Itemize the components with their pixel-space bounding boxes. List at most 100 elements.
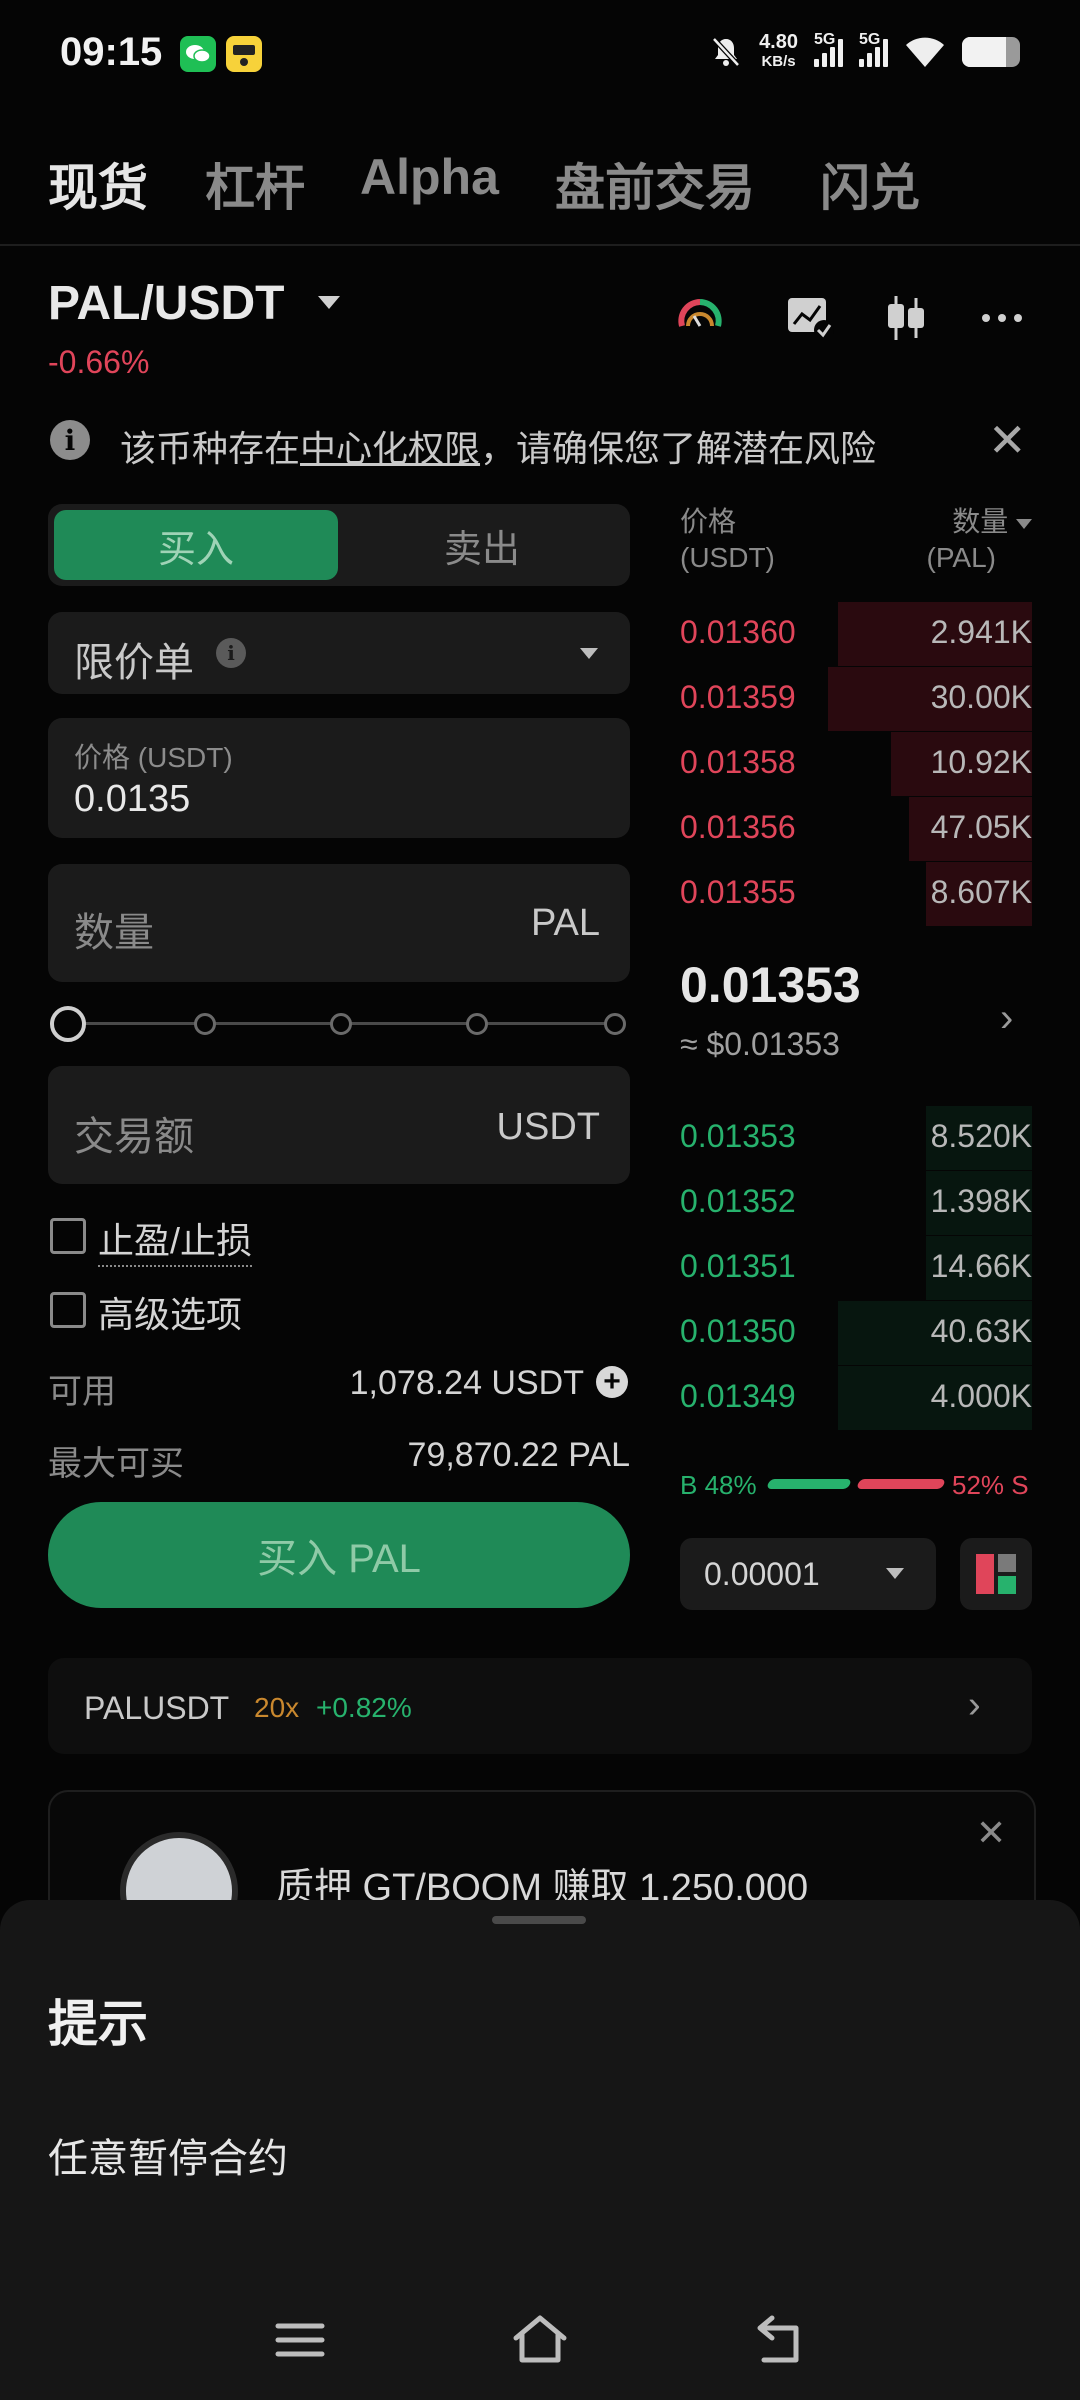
close-icon[interactable]: ✕ [988,417,1027,463]
net-speed-value: 4.80 [759,31,798,53]
available-value: 1,078.24 USDT [349,1364,584,1402]
sheet-body: 任意暂停合约 [48,2137,288,2181]
buy-pal-button[interactable]: 买入 PAL [48,1502,630,1608]
slider-node-50[interactable] [330,1013,352,1035]
price-value[interactable]: 0.0135 [74,778,190,821]
info-icon[interactable]: i [216,638,246,668]
slider-node-100[interactable] [604,1013,626,1035]
bid-qty: 14.66K [930,1248,1032,1284]
quantity-unit: PAL [530,902,600,944]
bid-row[interactable]: 0.01352 1.398K [680,1171,1032,1235]
bid-price: 0.01349 [680,1378,796,1414]
chevron-right-icon[interactable]: › [968,1684,981,1727]
signal-2: 5G [859,31,888,67]
ob-price-header: 价格 (USDT) [680,504,775,576]
order-type-label: 限价单 [74,641,194,685]
max-buy-label: 最大可买 [48,1445,184,1483]
available-label: 可用 [48,1373,116,1411]
app-icon [226,36,262,72]
home-icon[interactable] [510,2310,570,2370]
notice-link[interactable]: 中心化权限 [300,428,480,469]
chevron-down-icon [1016,518,1032,529]
tabs-divider [0,244,1080,246]
futures-name: PALUSDT [84,1690,230,1726]
ask-qty: 2.941K [930,614,1032,650]
battery-level [962,37,1006,67]
ask-row[interactable]: 0.01359 30.00K [680,667,1032,731]
bid-price: 0.01352 [680,1183,796,1219]
bid-row[interactable]: 0.01353 8.520K [680,1106,1032,1170]
bid-row[interactable]: 0.01350 40.63K [680,1301,1032,1365]
ask-price: 0.01355 [680,874,796,910]
tp-sl-checkbox[interactable] [50,1218,86,1254]
ob-price-header-unit: (USDT) [680,542,775,573]
sell-ratio-bar [856,1479,946,1489]
tab-alpha[interactable]: Alpha [360,148,499,206]
status-time: 09:15 [60,30,163,74]
mute-icon [712,37,740,67]
signal-2-label: 5G [859,31,881,48]
ob-qty-header[interactable]: 数量 (PAL) [926,504,1032,576]
tab-swap[interactable]: 闪兑 [820,148,920,220]
pair-change: -0.66% [48,344,150,380]
tp-sl-text: 止盈/止损 [98,1220,253,1267]
bid-price: 0.01350 [680,1313,796,1349]
tp-sl-label[interactable]: 止盈/止损 [98,1212,253,1267]
ob-qty-header-unit: (PAL) [926,542,997,573]
last-price-usd: ≈ $0.01353 [680,1026,840,1062]
buy-tab[interactable]: 买入 [54,510,338,580]
bid-price: 0.01351 [680,1248,796,1284]
bid-qty: 1.398K [930,1183,1032,1219]
slider-thumb[interactable] [50,1006,86,1042]
ob-qty-header-label: 数量 [952,506,1009,537]
ask-row[interactable]: 0.01360 2.941K [680,602,1032,666]
chevron-right-icon[interactable]: › [1000,996,1013,1041]
sell-tab[interactable]: 卖出 [340,510,624,580]
risk-notice: 该币种存在中心化权限，请确保您了解潜在风险 [120,420,876,472]
gauge-icon[interactable] [670,288,730,348]
advanced-label[interactable]: 高级选项 [98,1286,242,1338]
futures-leverage: 20x [254,1692,300,1723]
pair-dropdown-icon[interactable] [318,296,340,309]
amount-unit: USDT [496,1106,600,1148]
quantity-placeholder: 数量 [74,911,154,955]
sheet-title: 提示 [48,1996,148,2052]
ask-row[interactable]: 0.01355 8.607K [680,862,1032,926]
ob-price-header-label: 价格 [680,506,737,537]
add-funds-icon[interactable]: + [596,1366,628,1398]
bid-row[interactable]: 0.01349 4.000K [680,1366,1032,1430]
book-layout-button[interactable] [960,1538,1032,1610]
bid-row[interactable]: 0.01351 14.66K [680,1236,1032,1300]
ask-price: 0.01358 [680,744,796,780]
info-icon: i [50,420,90,460]
battery-icon [962,37,1020,67]
bid-qty: 40.63K [930,1313,1032,1349]
close-icon[interactable]: ✕ [976,1812,1006,1854]
notice-prefix: 该币种存在 [120,428,301,469]
tab-margin[interactable]: 杠杆 [205,148,305,220]
ask-row[interactable]: 0.01356 47.05K [680,797,1032,861]
ask-qty: 30.00K [930,679,1032,715]
tab-premarket[interactable]: 盘前交易 [555,148,755,220]
pair-symbol[interactable]: PAL/USDT [48,276,284,331]
candlestick-icon[interactable] [876,288,936,348]
max-buy-value: 79,870.22 PAL [407,1436,630,1474]
amount-placeholder: 交易额 [74,1115,194,1159]
sheet-handle[interactable] [492,1916,586,1924]
status-indicators: 4.80 KB/s 5G 5G [709,31,1020,72]
menu-icon[interactable] [270,2310,330,2370]
tab-spot[interactable]: 现货 [48,148,148,220]
advanced-checkbox[interactable] [50,1292,86,1328]
chart-check-icon[interactable] [780,288,840,348]
slider-node-75[interactable] [466,1013,488,1035]
wechat-icon [180,36,216,72]
last-price: 0.01353 [680,957,861,1013]
more-icon[interactable] [972,288,1032,348]
ask-price: 0.01356 [680,809,796,845]
ask-row[interactable]: 0.01358 10.92K [680,732,1032,796]
bid-price: 0.01353 [680,1118,796,1154]
slider-node-25[interactable] [194,1013,216,1035]
signal-1-label: 5G [814,31,836,48]
back-icon[interactable] [750,2310,810,2370]
signal-1: 5G [814,31,843,67]
